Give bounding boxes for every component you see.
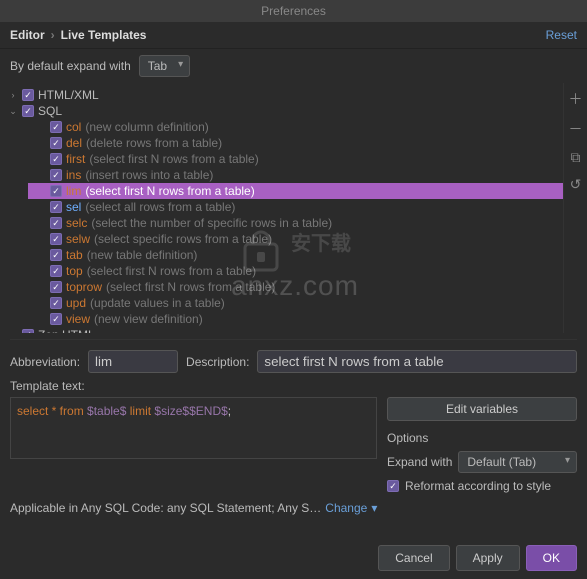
- item-desc: (insert rows into a table): [85, 168, 213, 182]
- description-input[interactable]: [257, 350, 577, 373]
- chevron-right-icon[interactable]: ›: [8, 90, 18, 100]
- breadcrumb-editor[interactable]: Editor: [10, 28, 45, 42]
- remove-icon[interactable]: －: [569, 119, 583, 139]
- item-abbr[interactable]: col: [66, 120, 81, 134]
- abbreviation-label: Abbreviation:: [10, 355, 80, 369]
- item-abbr[interactable]: top: [66, 264, 83, 278]
- tree-toolbar: ＋ － ⧉ ↺: [563, 83, 587, 333]
- templates-tree[interactable]: › HTML/XML ⌄ SQL › col (new column definition…: [0, 83, 563, 333]
- item-desc: (select first N rows from a table): [89, 152, 258, 166]
- reformat-checkbox[interactable]: [387, 480, 399, 492]
- item-abbr[interactable]: selc: [66, 216, 87, 230]
- item-abbr[interactable]: lim: [66, 184, 81, 198]
- item-abbr[interactable]: upd: [66, 296, 86, 310]
- cancel-button[interactable]: Cancel: [378, 545, 449, 571]
- item-checkbox[interactable]: [50, 121, 62, 133]
- item-abbr[interactable]: del: [66, 136, 82, 150]
- item-checkbox[interactable]: [50, 169, 62, 181]
- item-desc: (new table definition): [87, 248, 198, 262]
- item-abbr[interactable]: ins: [66, 168, 81, 182]
- item-checkbox[interactable]: [50, 281, 62, 293]
- undo-icon[interactable]: ↺: [570, 176, 582, 193]
- expand-with-select[interactable]: Tab: [139, 55, 190, 77]
- item-abbr[interactable]: tab: [66, 248, 83, 262]
- expand-with-option-select[interactable]: Default (Tab): [458, 451, 577, 473]
- item-abbr[interactable]: toprow: [66, 280, 102, 294]
- item-checkbox[interactable]: [50, 137, 62, 149]
- copy-icon[interactable]: ⧉: [571, 149, 581, 166]
- template-text-label: Template text:: [0, 379, 587, 397]
- item-checkbox[interactable]: [50, 185, 62, 197]
- chevron-right-icon[interactable]: ›: [8, 330, 18, 333]
- item-desc: (select first N rows from a table): [87, 264, 256, 278]
- item-checkbox[interactable]: [50, 249, 62, 261]
- breadcrumb-sep: ›: [51, 28, 55, 42]
- apply-button[interactable]: Apply: [456, 545, 520, 571]
- item-checkbox[interactable]: [50, 153, 62, 165]
- item-checkbox[interactable]: [50, 217, 62, 229]
- expand-with-label: By default expand with: [10, 59, 131, 73]
- template-text-editor[interactable]: select * from $table$ limit $size$$END$;: [10, 397, 377, 459]
- group-label[interactable]: Zen HTML: [38, 328, 95, 333]
- item-desc: (select first N rows from a table): [106, 280, 275, 294]
- item-abbr[interactable]: first: [66, 152, 85, 166]
- edit-variables-button[interactable]: Edit variables: [387, 397, 577, 421]
- expand-with-option-label: Expand with: [387, 455, 452, 469]
- item-checkbox[interactable]: [50, 313, 62, 325]
- item-abbr[interactable]: view: [66, 312, 90, 326]
- add-icon[interactable]: ＋: [569, 89, 583, 109]
- item-desc: (select first N rows from a table): [85, 184, 254, 198]
- applicable-text: Applicable in Any SQL Code: any SQL Stat…: [10, 501, 321, 515]
- group-label[interactable]: HTML/XML: [38, 88, 99, 102]
- item-desc: (select specific rows from a table): [94, 232, 272, 246]
- group-checkbox[interactable]: [22, 329, 34, 333]
- item-checkbox[interactable]: [50, 233, 62, 245]
- description-label: Description:: [186, 355, 249, 369]
- chevron-down-icon[interactable]: ⌄: [8, 106, 18, 117]
- item-checkbox[interactable]: [50, 297, 62, 309]
- item-abbr[interactable]: selw: [66, 232, 90, 246]
- group-checkbox[interactable]: [22, 105, 34, 117]
- item-desc: (new column definition): [85, 120, 208, 134]
- item-desc: (select all rows from a table): [85, 200, 235, 214]
- item-desc: (new view definition): [94, 312, 203, 326]
- item-checkbox[interactable]: [50, 265, 62, 277]
- item-desc: (delete rows from a table): [86, 136, 222, 150]
- item-desc: (update values in a table): [90, 296, 225, 310]
- group-label[interactable]: SQL: [38, 104, 62, 118]
- reformat-label: Reformat according to style: [405, 479, 551, 493]
- item-abbr[interactable]: sel: [66, 200, 81, 214]
- group-checkbox[interactable]: [22, 89, 34, 101]
- breadcrumb-bar: Editor › Live Templates Reset: [0, 22, 587, 49]
- ok-button[interactable]: OK: [526, 545, 577, 571]
- abbreviation-input[interactable]: [88, 350, 178, 373]
- reset-link[interactable]: Reset: [546, 28, 577, 42]
- item-checkbox[interactable]: [50, 201, 62, 213]
- change-link[interactable]: Change: [325, 501, 367, 515]
- window-title: Preferences: [0, 0, 587, 22]
- options-title: Options: [387, 431, 577, 445]
- item-desc: (select the number of specific rows in a…: [91, 216, 332, 230]
- breadcrumb-live-templates[interactable]: Live Templates: [61, 28, 147, 42]
- change-arrow-icon[interactable]: ▾: [371, 501, 377, 515]
